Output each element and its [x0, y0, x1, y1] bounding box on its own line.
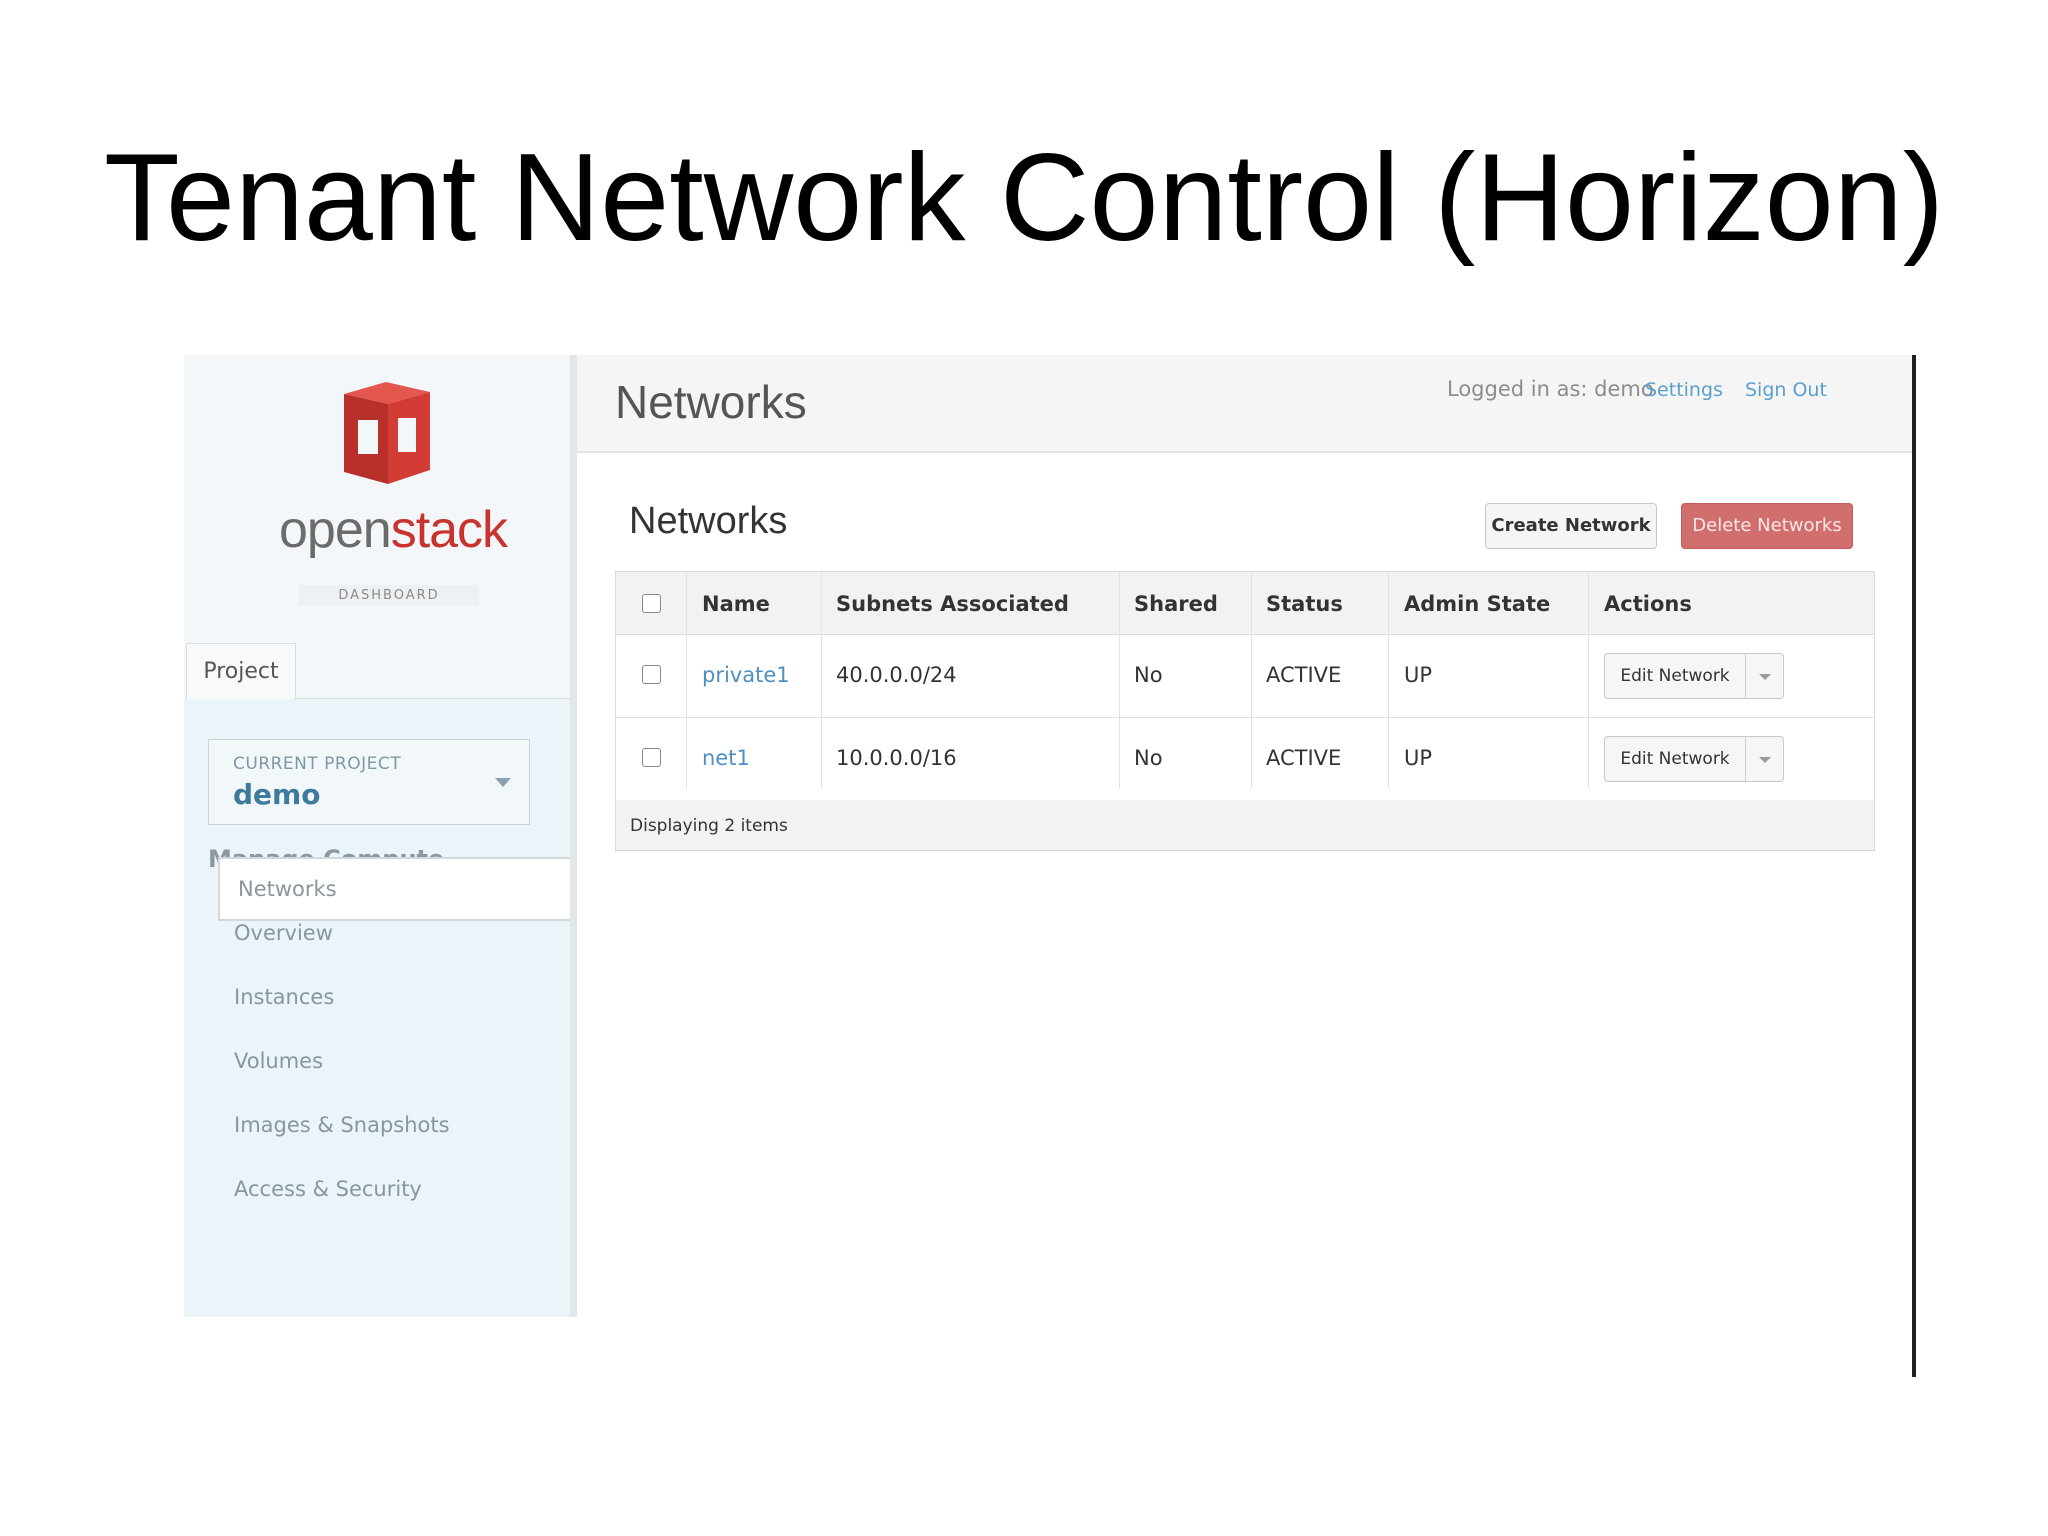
sidebar-item-volumes[interactable]: Volumes: [234, 1049, 323, 1073]
sign-out-link[interactable]: Sign Out: [1745, 379, 1827, 401]
column-header-subnets[interactable]: Subnets Associated: [836, 592, 1069, 616]
networks-table: Name Subnets Associated Shared Status Ad…: [615, 571, 1875, 851]
column-header-status[interactable]: Status: [1266, 592, 1343, 616]
sidebar: openstack DASHBOARD Project CURRENT PROJ…: [184, 355, 577, 1317]
network-name-link[interactable]: private1: [702, 663, 790, 687]
create-network-button[interactable]: Create Network: [1485, 503, 1657, 549]
status-cell: ACTIVE: [1266, 746, 1342, 770]
sidebar-item-instances[interactable]: Instances: [234, 985, 334, 1009]
chevron-down-icon[interactable]: [1759, 757, 1771, 763]
brand-wordmark: openstack: [279, 500, 508, 560]
page-title: Networks: [615, 376, 807, 428]
admin-state-cell: UP: [1404, 746, 1433, 770]
row-checkbox[interactable]: [642, 748, 661, 767]
sidebar-item-networks[interactable]: Networks: [218, 857, 570, 921]
current-project-dropdown[interactable]: CURRENT PROJECT demo: [208, 739, 530, 825]
edit-network-button[interactable]: Edit Network: [1605, 654, 1746, 698]
table-row: private1 40.0.0.0/24 No ACTIVE UP Edit N…: [616, 635, 1874, 718]
admin-state-cell: UP: [1404, 663, 1433, 687]
slide-title: Tenant Network Control (Horizon): [103, 129, 1945, 267]
settings-link[interactable]: Settings: [1645, 379, 1723, 401]
table-header: Name Subnets Associated Shared Status Ad…: [616, 572, 1874, 635]
sidebar-item-overview[interactable]: Overview: [234, 921, 333, 945]
column-header-name[interactable]: Name: [702, 592, 770, 616]
brand-open: open: [279, 501, 392, 559]
section-title: Networks: [629, 500, 788, 542]
subnets-cell: 40.0.0.0/24: [836, 663, 957, 687]
sidebar-item-access-security[interactable]: Access & Security: [234, 1177, 422, 1201]
chevron-down-icon: [495, 778, 511, 787]
openstack-cube-icon: [344, 382, 430, 484]
brand-stack: stack: [390, 501, 508, 559]
edit-network-button[interactable]: Edit Network: [1605, 737, 1746, 781]
horizon-window: openstack DASHBOARD Project CURRENT PROJ…: [184, 355, 1914, 1375]
column-header-admin-state[interactable]: Admin State: [1404, 592, 1550, 616]
column-header-shared[interactable]: Shared: [1134, 592, 1218, 616]
logged-in-text: Logged in as: demo: [1447, 377, 1654, 401]
tab-project[interactable]: Project: [186, 643, 296, 700]
subnets-cell: 10.0.0.0/16: [836, 746, 957, 770]
main-content: Networks Logged in as: demo Settings Sig…: [577, 355, 1914, 1375]
table-row: net1 10.0.0.0/16 No ACTIVE UP Edit Netwo…: [616, 718, 1874, 801]
row-checkbox[interactable]: [642, 665, 661, 684]
network-name-link[interactable]: net1: [702, 746, 750, 770]
brand-subtitle: DASHBOARD: [299, 585, 479, 606]
column-header-actions: Actions: [1604, 592, 1692, 616]
table-footer: Displaying 2 items: [616, 800, 1874, 850]
chevron-down-icon[interactable]: [1759, 674, 1771, 680]
current-project-name: demo: [233, 778, 321, 811]
window-edge: [1912, 355, 1916, 1377]
select-all-checkbox[interactable]: [642, 594, 661, 613]
edit-network-button-group: Edit Network: [1604, 653, 1784, 699]
delete-networks-button[interactable]: Delete Networks: [1681, 503, 1853, 549]
current-project-label: CURRENT PROJECT: [233, 754, 402, 774]
shared-cell: No: [1134, 663, 1163, 687]
sidebar-item-images-snapshots[interactable]: Images & Snapshots: [234, 1113, 450, 1137]
edit-network-button-group: Edit Network: [1604, 736, 1784, 782]
item-count: Displaying 2 items: [630, 816, 788, 836]
shared-cell: No: [1134, 746, 1163, 770]
top-bar: Networks Logged in as: demo Settings Sig…: [577, 355, 1914, 453]
status-cell: ACTIVE: [1266, 663, 1342, 687]
